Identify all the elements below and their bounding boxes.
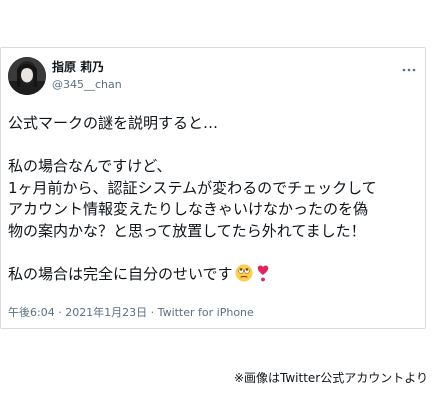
tweet-card[interactable]: 指原 莉乃 @345__chan 公式マークの謎を説明すると… 私の場合なんです… [0,47,426,329]
image-source-caption: ※画像はTwitter公式アカウントより [233,371,428,385]
rolling-eyes-face-emoji [235,264,253,282]
tweet-line: 私の場合なんですけど、 [8,157,172,176]
display-name[interactable]: 指原 莉乃 [52,60,104,74]
heart-exclamation-icon [256,264,270,282]
tweet-text: 公式マークの謎を説明すると… 私の場合なんですけど、 1ヶ月前から、認証システム… [8,113,424,286]
tweet-line: 物の案内かな？と思って放置してたら外れてました！ [8,221,366,240]
tweet-line: 公式マークの謎を説明すると… [8,114,219,132]
more-options-icon[interactable] [401,61,417,73]
tweet-line-break [8,135,424,157]
tweet-line: アカウント情報変えたりしなきゃいけなかったのを偽 [8,200,369,219]
screenshot-canvas: 指原 莉乃 @345__chan 公式マークの謎を説明すると… 私の場合なんです… [0,0,434,400]
user-handle[interactable]: @345__chan [52,78,122,91]
tweet-line: 1ヶ月前から、認証システムが変わるのでチェックして [8,178,377,197]
tweet-timestamp[interactable]: 午後6:04 · 2021年1月23日 · Twitter for iPhone [8,306,254,319]
tweet-line: 私の場合は完全に自分のせいです [8,265,233,284]
tweet-line-break [8,243,424,265]
tweet-last-line: 私の場合は完全に自分のせいです [8,264,424,286]
avatar[interactable] [8,57,46,95]
